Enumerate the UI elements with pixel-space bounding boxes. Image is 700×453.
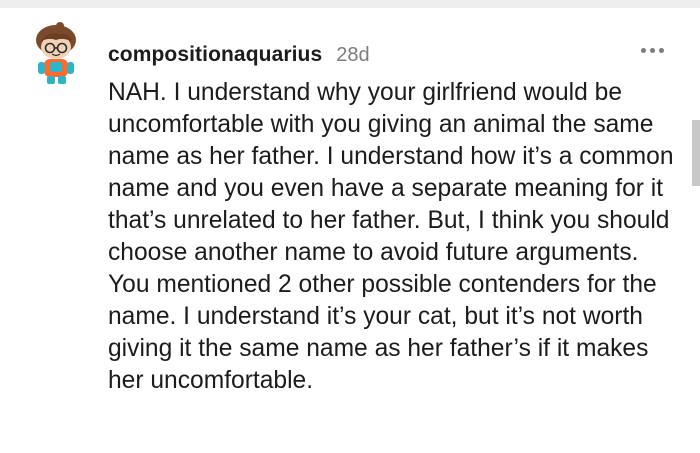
snoo-avatar-icon (36, 22, 76, 84)
comment-age: 28d (336, 44, 370, 66)
username-link[interactable]: compositionaquarius (108, 43, 322, 67)
user-avatar[interactable] (30, 20, 84, 86)
comment: compositionaquarius 28d NAH. I understan… (0, 0, 700, 453)
more-options-icon (641, 48, 646, 53)
scrollbar-thumb[interactable] (692, 120, 700, 186)
more-options-icon-dot (650, 48, 655, 53)
more-options-icon-dot (659, 48, 664, 53)
comment-body: NAH. I understand why your girlfriend wo… (108, 79, 674, 394)
more-options-button[interactable] (639, 44, 666, 57)
comment-header: compositionaquarius 28d (108, 43, 370, 67)
